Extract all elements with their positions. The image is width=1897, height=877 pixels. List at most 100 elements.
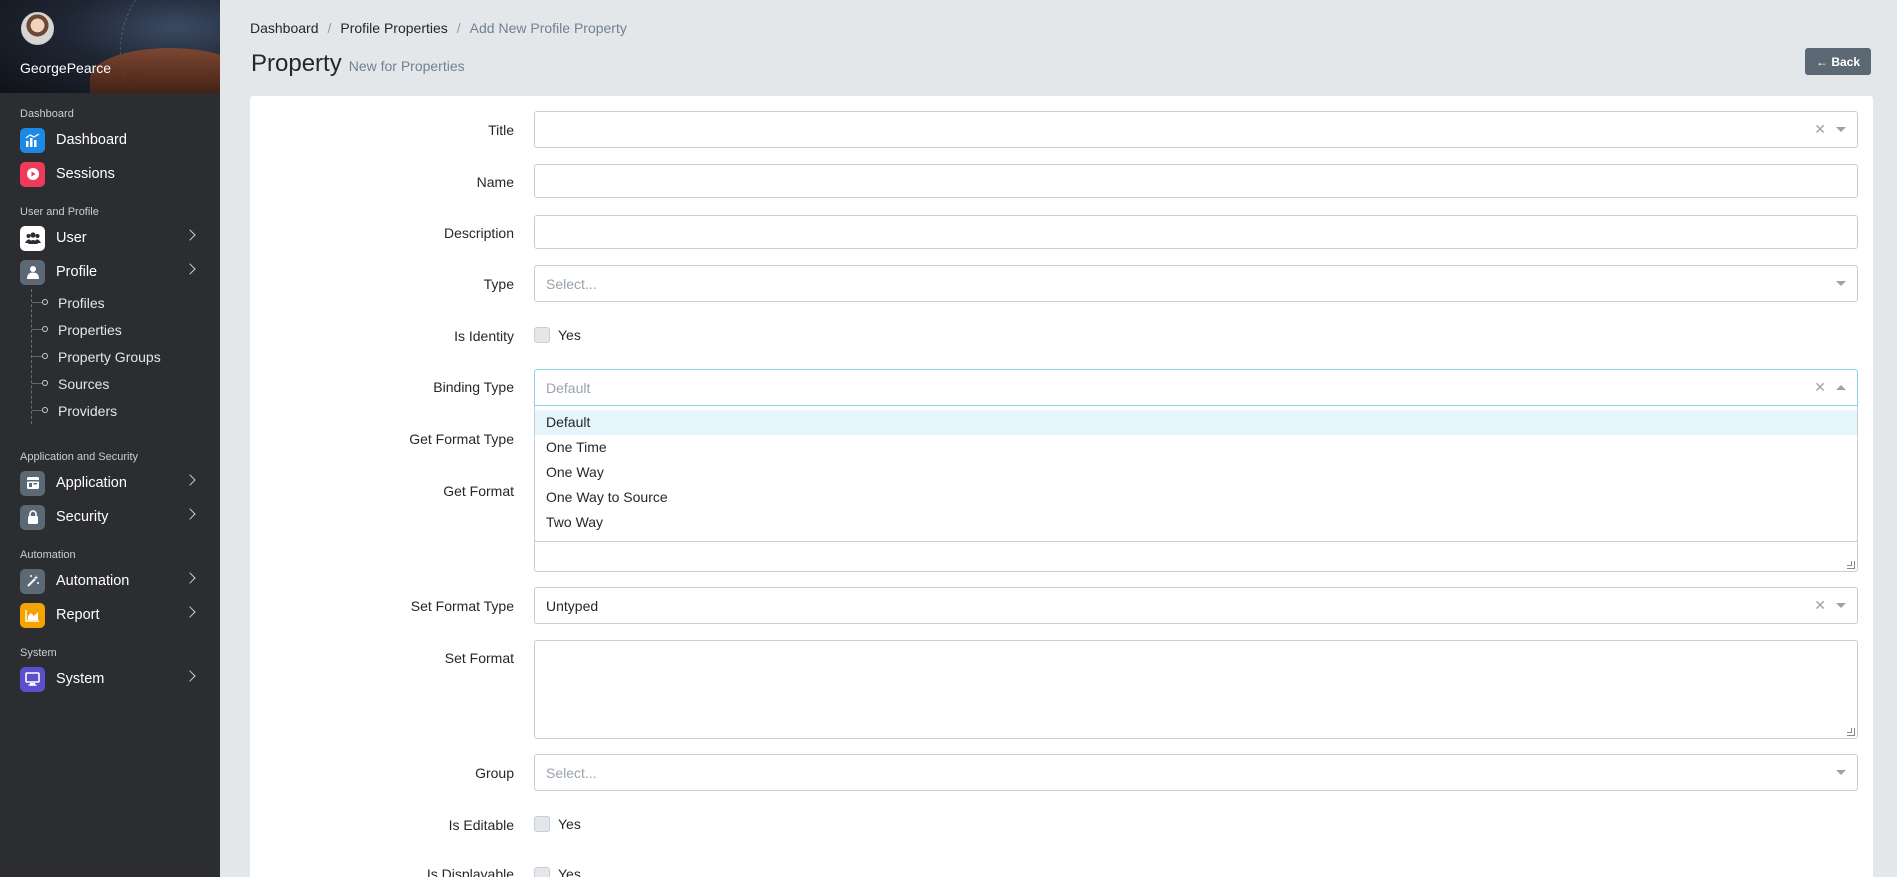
- clear-icon[interactable]: ✕: [1814, 597, 1826, 614]
- chevron-down-icon[interactable]: [1836, 603, 1846, 608]
- description-label: Description: [443, 225, 514, 241]
- sidebar-item-report[interactable]: Report: [0, 598, 220, 632]
- set-format-type-value: Untyped: [546, 598, 599, 614]
- profile-header: GeorgePearce: [0, 0, 220, 93]
- binding-type-select[interactable]: Default ✕: [534, 369, 1858, 406]
- title-label: Title: [488, 122, 514, 138]
- play-circle-icon: [20, 161, 45, 187]
- chevron-down-icon[interactable]: [1836, 127, 1846, 132]
- is-identity-label: Is Identity: [454, 328, 514, 344]
- chevron-right-icon: [184, 263, 196, 275]
- chevron-right-icon: [184, 229, 196, 241]
- sidebar-subitem-property-groups[interactable]: Property Groups: [32, 343, 220, 370]
- name-label: Name: [476, 174, 514, 190]
- page-title: Property New for Properties: [251, 50, 465, 78]
- type-label: Type: [483, 276, 514, 292]
- sidebar-subitem-sources[interactable]: Sources: [32, 370, 220, 397]
- chevron-right-icon: [184, 606, 196, 618]
- back-button[interactable]: ← Back: [1805, 48, 1871, 75]
- sidebar-item-label: User: [56, 230, 87, 246]
- sidebar-item-profile[interactable]: Profile: [0, 255, 220, 289]
- is-identity-yes-label[interactable]: Yes: [558, 327, 581, 343]
- binding-option-default[interactable]: Default: [535, 410, 1857, 435]
- sidebar-subitem-label: Property Groups: [58, 348, 161, 365]
- sidebar-item-dashboard[interactable]: Dashboard: [0, 123, 220, 157]
- bullet-icon: [42, 326, 48, 332]
- binding-option-one-way[interactable]: One Way: [535, 460, 1857, 485]
- breadcrumb-separator: /: [456, 20, 461, 36]
- chevron-down-icon[interactable]: [1836, 281, 1846, 286]
- group-select[interactable]: Select...: [534, 754, 1858, 791]
- binding-option-one-time[interactable]: One Time: [535, 435, 1857, 460]
- is-displayable-yes-label[interactable]: Yes: [558, 866, 581, 877]
- nav-section-title: User and Profile: [20, 206, 99, 218]
- get-format-label: Get Format: [443, 483, 514, 499]
- is-displayable-checkbox[interactable]: [534, 867, 550, 877]
- nav-section-title: Automation: [20, 549, 76, 561]
- magic-wand-icon: [20, 568, 45, 594]
- chevron-down-icon[interactable]: [1836, 770, 1846, 775]
- is-identity-checkbox[interactable]: [534, 327, 550, 343]
- binding-type-placeholder: Default: [546, 380, 591, 396]
- lock-icon: [20, 504, 45, 530]
- title-select[interactable]: ✕: [534, 111, 1858, 148]
- breadcrumb: Dashboard / Profile Properties / Add New…: [250, 20, 627, 36]
- sidebar-item-label: System: [56, 671, 105, 687]
- user-icon: [20, 259, 45, 285]
- dashboard-icon: [20, 127, 45, 153]
- sidebar-subitem-label: Profiles: [58, 294, 105, 311]
- chevron-right-icon: [184, 572, 196, 584]
- username[interactable]: GeorgePearce: [20, 60, 111, 76]
- binding-option-two-way[interactable]: Two Way: [535, 510, 1857, 535]
- sidebar-item-label: Security: [56, 509, 109, 525]
- binding-type-label: Binding Type: [433, 379, 514, 395]
- bullet-icon: [42, 380, 48, 386]
- resize-handle-icon[interactable]: [1847, 728, 1855, 736]
- bullet-icon: [42, 299, 48, 305]
- sidebar-item-label: Sessions: [56, 166, 115, 182]
- chevron-right-icon: [184, 508, 196, 520]
- monitor-icon: [20, 666, 45, 692]
- sidebar-subitem-profiles[interactable]: Profiles: [32, 289, 220, 316]
- is-editable-checkbox[interactable]: [534, 816, 550, 832]
- breadcrumb-profile-properties[interactable]: Profile Properties: [340, 20, 447, 36]
- sidebar-item-application[interactable]: Application: [0, 466, 220, 500]
- nav-section-title: System: [20, 647, 57, 659]
- is-editable-label: Is Editable: [448, 817, 514, 833]
- type-select[interactable]: Select...: [534, 265, 1858, 302]
- sidebar-item-automation[interactable]: Automation: [0, 564, 220, 598]
- chevron-up-icon[interactable]: [1836, 385, 1846, 390]
- name-input[interactable]: [534, 164, 1858, 198]
- area-chart-icon: [20, 602, 45, 628]
- breadcrumb-dashboard[interactable]: Dashboard: [250, 20, 319, 36]
- sidebar-item-label: Automation: [56, 573, 130, 589]
- sidebar-item-sessions[interactable]: Sessions: [0, 157, 220, 191]
- bullet-icon: [42, 353, 48, 359]
- sidebar-subitem-properties[interactable]: Properties: [32, 316, 220, 343]
- set-format-type-select[interactable]: Untyped ✕: [534, 587, 1858, 624]
- avatar[interactable]: [21, 12, 54, 45]
- sidebar-item-label: Profile: [56, 264, 98, 280]
- is-displayable-label: Is Displayable: [426, 866, 514, 877]
- binding-option-one-way-to-source[interactable]: One Way to Source: [535, 485, 1857, 510]
- sidebar-item-user[interactable]: User: [0, 221, 220, 255]
- nav-section-title: Application and Security: [20, 451, 139, 463]
- nav-section-title: Dashboard: [20, 108, 74, 120]
- binding-type-dropdown: Default One Time One Way One Way to Sour…: [534, 406, 1858, 542]
- set-format-textarea[interactable]: [534, 640, 1858, 739]
- sidebar-subitem-providers[interactable]: Providers: [32, 397, 220, 424]
- is-editable-yes-label[interactable]: Yes: [558, 816, 581, 832]
- description-input[interactable]: [534, 215, 1858, 249]
- sidebar-item-security[interactable]: Security: [0, 500, 220, 534]
- sidebar-subitem-label: Providers: [58, 402, 118, 419]
- chevron-right-icon: [184, 670, 196, 682]
- breadcrumb-current: Add New Profile Property: [469, 20, 627, 36]
- type-placeholder: Select...: [546, 276, 597, 292]
- clear-icon[interactable]: ✕: [1814, 121, 1826, 138]
- set-format-type-label: Set Format Type: [410, 598, 514, 614]
- resize-handle-icon[interactable]: [1847, 561, 1855, 569]
- set-format-label: Set Format: [444, 650, 514, 666]
- sidebar-item-label: Report: [56, 607, 100, 623]
- clear-icon[interactable]: ✕: [1814, 379, 1826, 396]
- sidebar-item-system[interactable]: System: [0, 662, 220, 696]
